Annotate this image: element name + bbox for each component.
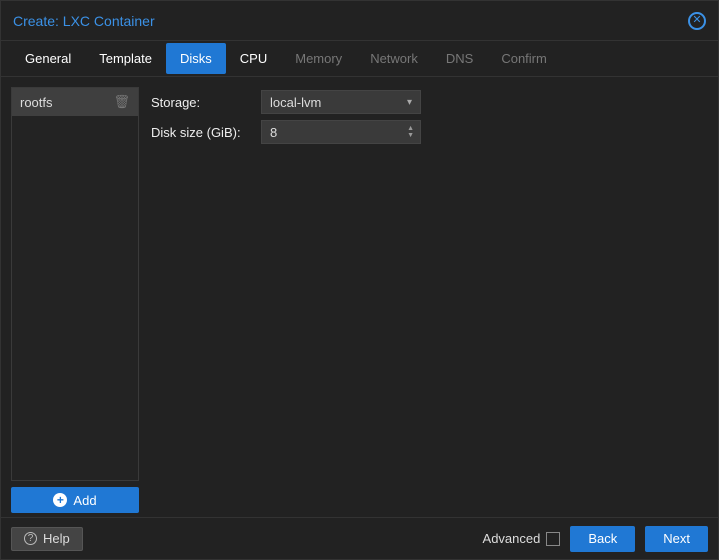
disk-list: rootfs 🗑: [11, 87, 139, 481]
tab-cpu[interactable]: CPU: [226, 43, 281, 74]
disk-item-label: rootfs: [20, 95, 53, 110]
chevron-down-icon: ▾: [407, 97, 412, 108]
spinner-icon: ▲▼: [407, 125, 414, 139]
disk-size-value: 8: [270, 125, 277, 140]
storage-label: Storage:: [151, 95, 261, 110]
row-storage: Storage: local-lvm ▾: [151, 87, 706, 117]
dialog-title: Create: LXC Container: [13, 13, 155, 29]
titlebar: Create: LXC Container ✕: [1, 1, 718, 41]
help-button[interactable]: ? Help: [11, 527, 83, 551]
tab-dns: DNS: [432, 43, 487, 74]
disk-size-input[interactable]: 8 ▲▼: [261, 120, 421, 144]
dialog-window: Create: LXC Container ✕ General Template…: [0, 0, 719, 560]
row-disk-size: Disk size (GiB): 8 ▲▼: [151, 117, 706, 147]
tab-confirm: Confirm: [487, 43, 561, 74]
advanced-checkbox[interactable]: [546, 532, 560, 546]
disk-form: Storage: local-lvm ▾ Disk size (GiB): 8 …: [149, 87, 708, 513]
tab-general[interactable]: General: [11, 43, 85, 74]
dialog-body: rootfs 🗑 + Add Storage: local-lvm ▾ Disk…: [1, 77, 718, 517]
storage-select[interactable]: local-lvm ▾: [261, 90, 421, 114]
next-button[interactable]: Next: [645, 526, 708, 552]
footer-right: Advanced Back Next: [483, 526, 708, 552]
help-icon: ?: [24, 532, 37, 545]
tab-bar: General Template Disks CPU Memory Networ…: [1, 41, 718, 77]
close-icon: ✕: [692, 15, 701, 26]
add-disk-button[interactable]: + Add: [11, 487, 139, 513]
disk-item-rootfs[interactable]: rootfs 🗑: [12, 88, 138, 116]
storage-value: local-lvm: [270, 95, 321, 110]
tab-template[interactable]: Template: [85, 43, 166, 74]
dialog-footer: ? Help Advanced Back Next: [1, 517, 718, 559]
advanced-toggle[interactable]: Advanced: [483, 531, 561, 546]
tab-network: Network: [356, 43, 432, 74]
tab-disks[interactable]: Disks: [166, 43, 226, 74]
disk-sidebar: rootfs 🗑 + Add: [11, 87, 139, 513]
tab-memory: Memory: [281, 43, 356, 74]
next-label: Next: [663, 531, 690, 546]
back-label: Back: [588, 531, 617, 546]
advanced-label: Advanced: [483, 531, 541, 546]
close-button[interactable]: ✕: [688, 12, 706, 30]
back-button[interactable]: Back: [570, 526, 635, 552]
trash-icon[interactable]: 🗑: [113, 94, 130, 110]
help-label: Help: [43, 531, 70, 546]
add-button-label: Add: [73, 493, 96, 508]
plus-icon: +: [53, 493, 67, 507]
disk-size-label: Disk size (GiB):: [151, 125, 261, 140]
